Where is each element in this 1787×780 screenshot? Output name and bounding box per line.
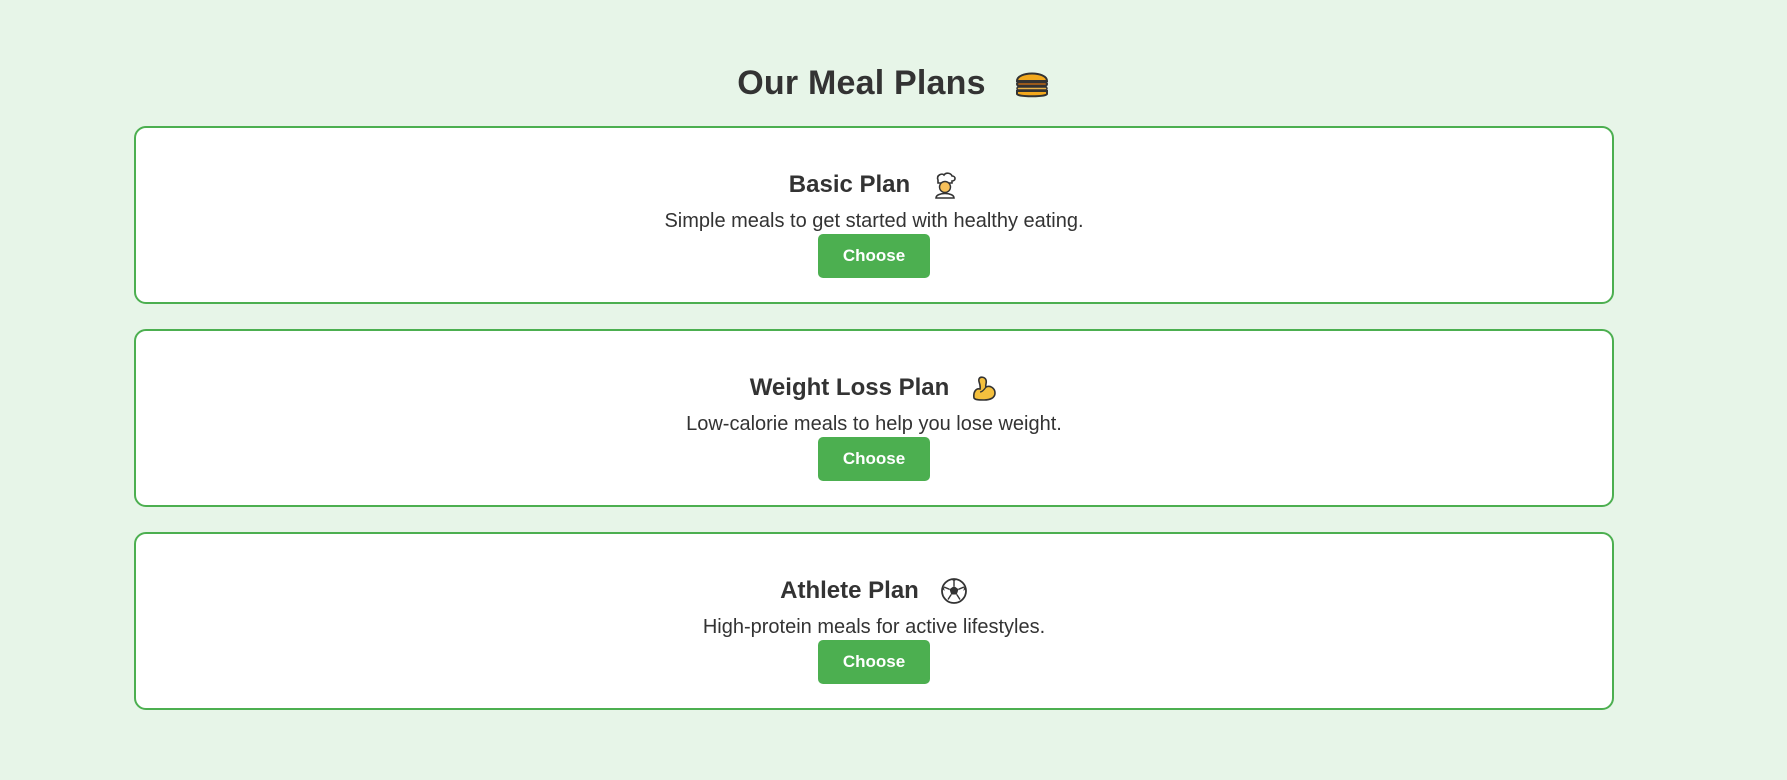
- plan-description: Simple meals to get started with healthy…: [664, 210, 1084, 232]
- plan-header: Basic Plan: [136, 168, 1612, 202]
- page-title: Our Meal Plans: [737, 63, 986, 102]
- plan-card-basic: Basic Plan Simple meals to get started w…: [134, 126, 1614, 304]
- plans-list: Basic Plan Simple meals to get started w…: [134, 126, 1614, 735]
- choose-athlete-plan-button[interactable]: Choose: [818, 640, 930, 684]
- plan-title: Basic Plan: [788, 171, 911, 198]
- plan-title: Athlete Plan: [780, 577, 919, 604]
- plan-description: High-protein meals for active lifestyles…: [702, 616, 1046, 638]
- page-header: Our Meal Plans: [0, 58, 1787, 108]
- plan-card-weight-loss: Weight Loss Plan Low-calorie meals to he…: [134, 329, 1614, 507]
- chef-icon: [931, 171, 959, 199]
- meal-plans-page: Our Meal Plans Basic Plan Simple meals t…: [0, 0, 1787, 780]
- choose-basic-plan-button[interactable]: Choose: [818, 234, 930, 278]
- plan-card-athlete: Athlete Plan High-protein meals for acti…: [134, 532, 1614, 710]
- plan-description: Low-calorie meals to help you lose weigh…: [686, 413, 1062, 435]
- choose-weight-loss-plan-button[interactable]: Choose: [818, 437, 930, 481]
- flexed-bicep-icon: [970, 374, 998, 402]
- burger-icon: [1014, 67, 1050, 99]
- plan-header: Athlete Plan: [136, 574, 1612, 608]
- plan-title: Weight Loss Plan: [749, 374, 950, 401]
- soccer-ball-icon: [940, 577, 968, 605]
- plan-header: Weight Loss Plan: [136, 371, 1612, 405]
